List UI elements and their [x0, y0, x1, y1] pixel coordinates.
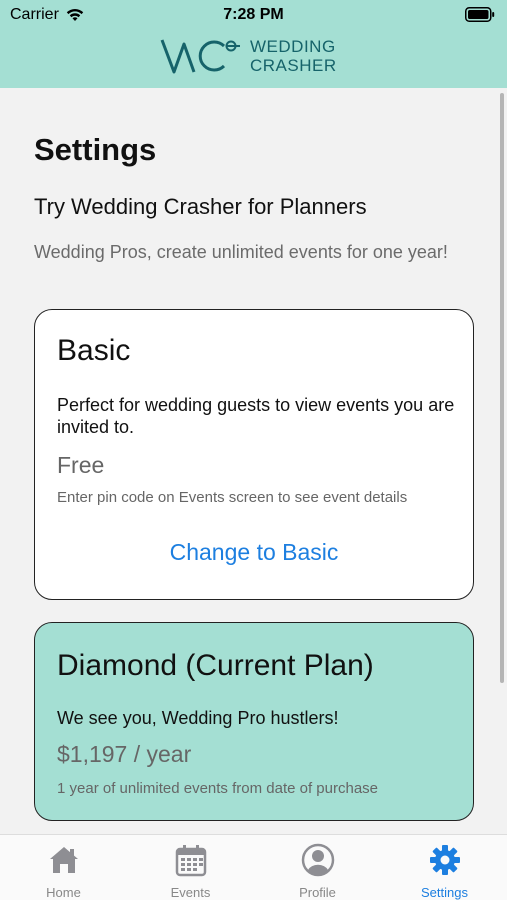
status-bar: Carrier 7:28 PM [0, 0, 507, 30]
battery-icon [465, 7, 495, 22]
change-to-basic-button[interactable]: Change to Basic [35, 539, 473, 566]
page-description: Wedding Pros, create unlimited events fo… [34, 242, 448, 262]
tab-label: Home [46, 885, 81, 900]
logo-line-1: WEDDING [250, 37, 336, 56]
calendar-icon [175, 845, 207, 877]
tab-events[interactable]: Events [127, 835, 254, 900]
tab-label: Events [170, 885, 211, 900]
tab-home[interactable]: Home [0, 835, 127, 900]
plan-name: Diamond (Current Plan) [57, 649, 374, 682]
wedding-crasher-logo: WEDDING CRASHER [160, 34, 337, 78]
plan-description: We see you, Wedding Pro hustlers! [57, 708, 339, 728]
gear-icon [430, 845, 460, 875]
plan-card-basic: Basic Perfect for wedding guests to view… [34, 309, 474, 600]
scrollbar[interactable] [500, 93, 504, 683]
plan-note: Enter pin code on Events screen to see e… [57, 489, 408, 506]
logo-line-2: CRASHER [250, 56, 337, 75]
person-icon [301, 843, 335, 877]
clock: 7:28 PM [223, 6, 284, 23]
app-header: Carrier 7:28 PM WEDDING CRASHER [0, 0, 507, 88]
tab-label: Settings [421, 885, 468, 900]
plan-note: 1 year of unlimited events from date of … [57, 780, 379, 797]
page-subtitle: Try Wedding Crasher for Planners [34, 194, 367, 219]
logo-mark-icon [160, 39, 240, 74]
tab-label: Profile [299, 885, 336, 900]
plan-description: Perfect for wedding guests to view event… [57, 395, 455, 437]
home-icon [50, 847, 78, 873]
plan-price: Free [57, 452, 105, 478]
tab-bar: Home Events Profile Settings [0, 834, 507, 900]
plan-price: $1,197 / year [57, 741, 192, 767]
tab-settings[interactable]: Settings [381, 835, 507, 900]
logo-wordmark: WEDDING CRASHER [250, 37, 337, 75]
tab-profile[interactable]: Profile [254, 835, 381, 900]
page-title: Settings [34, 132, 157, 167]
plan-card-diamond: Diamond (Current Plan) We see you, Weddi… [34, 622, 474, 821]
plan-name: Basic [57, 334, 131, 367]
settings-scroll-view[interactable]: Settings Try Wedding Crasher for Planner… [0, 88, 507, 834]
